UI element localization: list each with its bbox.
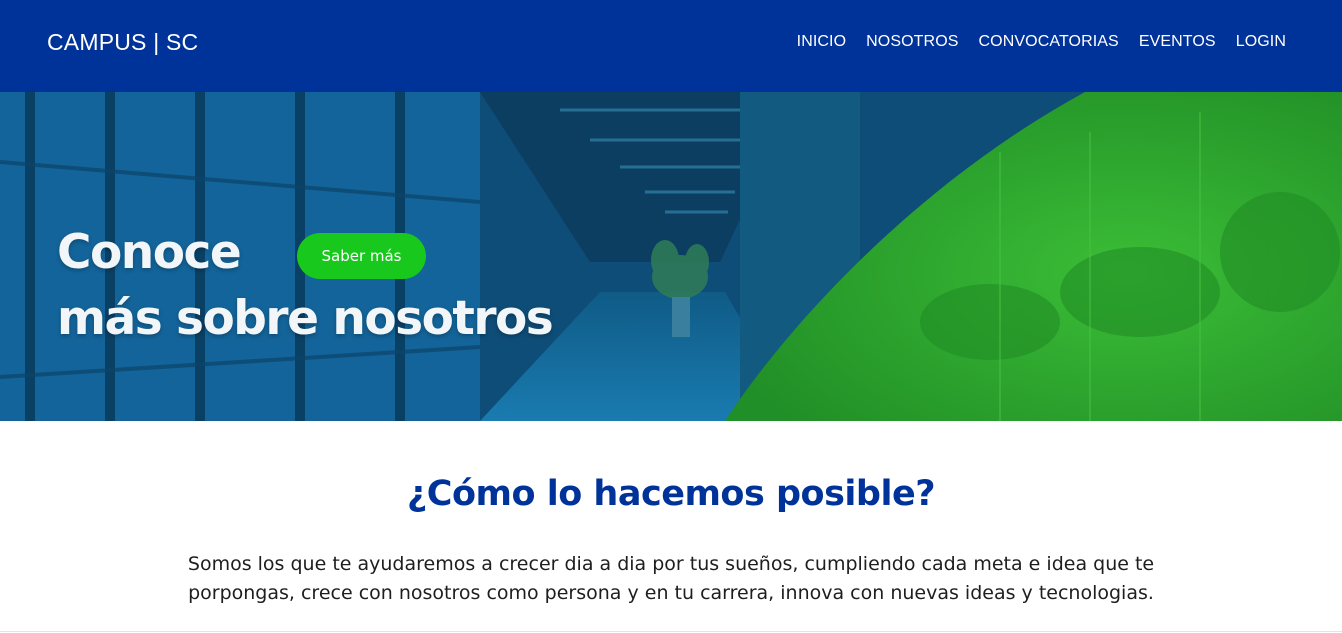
nav-link-nosotros[interactable]: NOSOTROS	[866, 33, 958, 51]
nav-link-eventos[interactable]: EVENTOS	[1139, 33, 1216, 51]
hero-banner: Conoce más sobre nosotros Saber más	[0, 92, 1342, 421]
brand-logo[interactable]: CAMPUS | SC	[47, 29, 198, 56]
nav-link-login[interactable]: LOGIN	[1236, 33, 1286, 51]
nav-link-inicio[interactable]: INICIO	[797, 33, 847, 51]
section-description: Somos los que te ayudaremos a crecer dia…	[187, 553, 1155, 604]
hero-title-line2: más sobre nosotros	[57, 291, 554, 346]
nav-link-convocatorias[interactable]: CONVOCATORIAS	[979, 33, 1119, 51]
saber-mas-button[interactable]: Saber más	[297, 233, 426, 279]
main-nav: INICIO NOSOTROS CONVOCATORIAS EVENTOS LO…	[797, 33, 1286, 51]
top-navbar: CAMPUS | SC INICIO NOSOTROS CONVOCATORIA…	[0, 0, 1342, 92]
section-title: ¿Cómo lo hacemos posible?	[406, 474, 936, 514]
divider	[0, 631, 1342, 632]
